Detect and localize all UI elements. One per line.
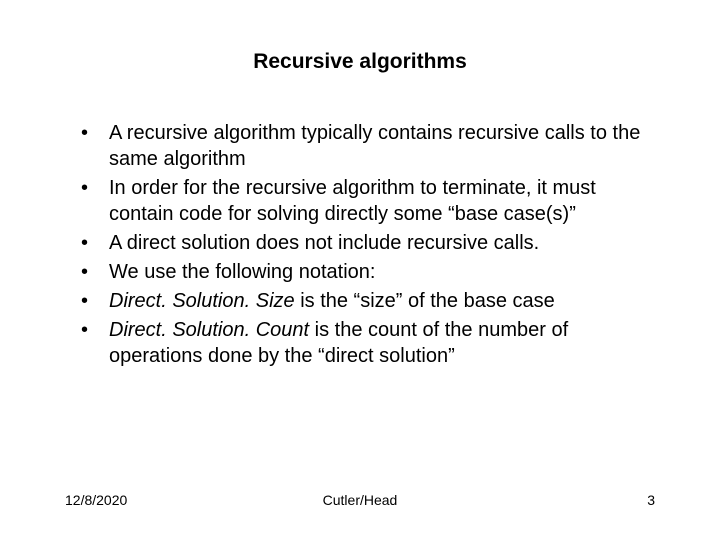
list-item: A recursive algorithm typically contains… bbox=[65, 120, 655, 172]
slide-title: Recursive algorithms bbox=[65, 50, 655, 74]
list-item: Direct. Solution. Size is the “size” of … bbox=[65, 288, 655, 314]
bullet-text-post: A direct solution does not include recur… bbox=[109, 232, 539, 254]
slide: Recursive algorithms A recursive algorit… bbox=[0, 0, 720, 540]
bullet-text-post: We use the following notation: bbox=[109, 261, 375, 283]
bullet-text-post: is the “size” of the base case bbox=[295, 290, 555, 312]
list-item: We use the following notation: bbox=[65, 259, 655, 285]
footer-author: Cutler/Head bbox=[65, 492, 655, 508]
list-item: In order for the recursive algorithm to … bbox=[65, 175, 655, 227]
bullet-text-post: In order for the recursive algorithm to … bbox=[109, 177, 596, 225]
bullet-list: A recursive algorithm typically contains… bbox=[65, 120, 655, 369]
list-item: A direct solution does not include recur… bbox=[65, 230, 655, 256]
bullet-text-em: Direct. Solution. Count bbox=[109, 319, 309, 341]
list-item: Direct. Solution. Count is the count of … bbox=[65, 317, 655, 369]
bullet-text-em: Direct. Solution. Size bbox=[109, 290, 295, 312]
footer: 12/8/2020 Cutler/Head 3 bbox=[65, 492, 655, 508]
bullet-text-post: A recursive algorithm typically contains… bbox=[109, 122, 640, 170]
